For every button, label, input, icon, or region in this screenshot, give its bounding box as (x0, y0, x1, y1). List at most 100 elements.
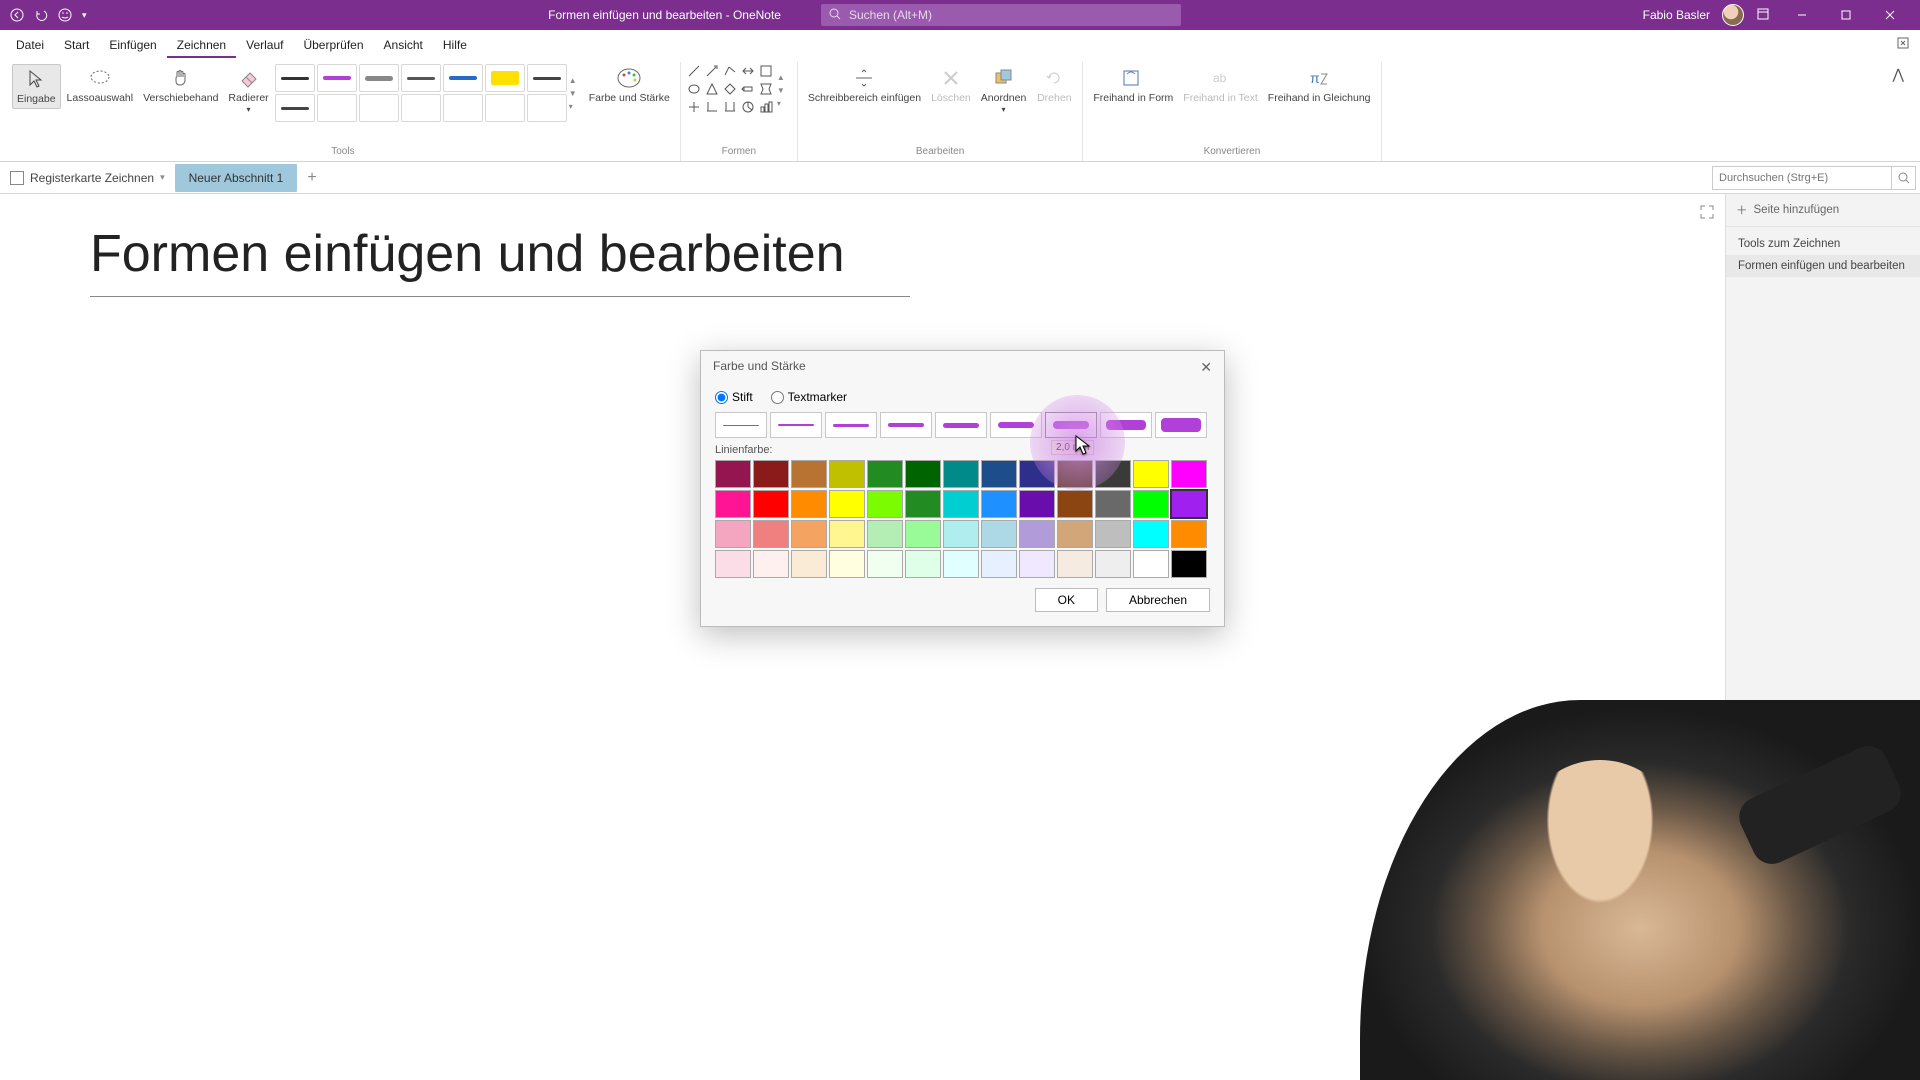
menu-ansicht[interactable]: Ansicht (374, 32, 433, 58)
color-swatch[interactable] (867, 550, 903, 578)
color-swatch[interactable] (867, 460, 903, 488)
thickness-option[interactable] (715, 412, 767, 438)
pan-button[interactable]: Verschiebehand (139, 64, 222, 107)
color-swatch[interactable] (829, 490, 865, 518)
section-tab[interactable]: Neuer Abschnitt 1 (175, 164, 298, 192)
menu-einfügen[interactable]: Einfügen (99, 32, 166, 58)
page-title[interactable]: Formen einfügen und bearbeiten (90, 224, 910, 297)
pen-preset[interactable] (443, 94, 483, 122)
color-swatch[interactable] (867, 490, 903, 518)
color-swatch[interactable] (1019, 520, 1055, 548)
color-swatch[interactable] (791, 550, 827, 578)
color-swatch[interactable] (943, 520, 979, 548)
pen-preset[interactable] (359, 94, 399, 122)
page-search-button[interactable] (1892, 166, 1916, 190)
color-swatch[interactable] (943, 490, 979, 518)
color-swatch[interactable] (1019, 550, 1055, 578)
menu-verlauf[interactable]: Verlauf (236, 32, 293, 58)
color-swatch[interactable] (981, 460, 1017, 488)
close-icon[interactable]: ✕ (1200, 359, 1212, 376)
color-swatch[interactable] (1057, 460, 1093, 488)
notebook-dropdown[interactable]: Registerkarte Zeichnen ▾ (0, 171, 175, 185)
expand-icon[interactable] (1699, 204, 1715, 225)
color-swatch[interactable] (715, 520, 751, 548)
thickness-option[interactable] (770, 412, 822, 438)
pen-preset[interactable] (527, 94, 567, 122)
color-swatch[interactable] (905, 460, 941, 488)
thickness-option[interactable] (1155, 412, 1207, 438)
emoji-icon[interactable] (58, 8, 72, 22)
color-swatch[interactable] (715, 460, 751, 488)
back-icon[interactable] (10, 8, 24, 22)
thickness-option[interactable] (825, 412, 877, 438)
color-swatch[interactable] (943, 550, 979, 578)
ok-button[interactable]: OK (1035, 588, 1098, 612)
eingabe-button[interactable]: Eingabe (12, 64, 61, 109)
color-swatch[interactable] (753, 550, 789, 578)
pen-preset[interactable] (317, 94, 357, 122)
search-input[interactable] (821, 4, 1181, 26)
ink-to-shape-button[interactable]: Freihand in Form (1089, 64, 1177, 107)
color-swatch[interactable] (943, 460, 979, 488)
color-swatch[interactable] (981, 550, 1017, 578)
shapes-gallery[interactable] (687, 64, 775, 116)
pen-preset[interactable] (275, 94, 315, 122)
color-swatch[interactable] (1133, 460, 1169, 488)
menu-überprüfen[interactable]: Überprüfen (293, 32, 373, 58)
color-swatch[interactable] (1095, 460, 1131, 488)
maximize-button[interactable] (1826, 1, 1866, 29)
add-page-button[interactable]: ＋ Seite hinzufügen (1726, 194, 1920, 227)
color-swatch[interactable] (1057, 490, 1093, 518)
add-section-button[interactable]: + (297, 169, 326, 187)
thickness-option[interactable] (990, 412, 1042, 438)
pen-preset[interactable] (443, 64, 483, 92)
color-swatch[interactable] (715, 550, 751, 578)
color-swatch[interactable] (1171, 520, 1207, 548)
shapes-more-icon[interactable]: ▾ (777, 99, 791, 108)
color-swatch[interactable] (905, 550, 941, 578)
page-search-input[interactable] (1712, 166, 1892, 190)
menu-hilfe[interactable]: Hilfe (433, 32, 477, 58)
color-swatch[interactable] (1019, 460, 1055, 488)
arrange-button[interactable]: Anordnen▾ (977, 64, 1031, 116)
gallery-up-icon[interactable]: ▲ (569, 76, 583, 85)
color-swatch[interactable] (1019, 490, 1055, 518)
color-swatch[interactable] (1171, 460, 1207, 488)
page-list-item[interactable]: Tools zum Zeichnen (1726, 233, 1920, 255)
color-swatch[interactable] (829, 550, 865, 578)
color-swatch[interactable] (867, 520, 903, 548)
pen-preset[interactable] (485, 64, 525, 92)
pen-gallery[interactable] (275, 64, 567, 122)
close-window-button[interactable] (1870, 1, 1910, 29)
shapes-down-icon[interactable]: ▼ (777, 86, 791, 95)
avatar[interactable] (1722, 4, 1744, 26)
color-swatch[interactable] (1095, 490, 1131, 518)
thickness-option[interactable] (935, 412, 987, 438)
color-swatch[interactable] (1171, 550, 1207, 578)
color-thickness-button[interactable]: Farbe und Stärke (585, 64, 674, 107)
pen-preset[interactable] (317, 64, 357, 92)
color-swatch[interactable] (1057, 550, 1093, 578)
color-swatch[interactable] (1095, 520, 1131, 548)
page-list-item[interactable]: Formen einfügen und bearbeiten (1726, 255, 1920, 277)
color-swatch[interactable] (791, 460, 827, 488)
ink-to-math-button[interactable]: πFreihand in Gleichung (1264, 64, 1375, 107)
color-swatch[interactable] (1171, 490, 1207, 518)
color-swatch[interactable] (791, 490, 827, 518)
color-swatch[interactable] (829, 460, 865, 488)
color-swatch[interactable] (829, 520, 865, 548)
ribbon-mode-icon[interactable] (1896, 36, 1910, 53)
cancel-button[interactable]: Abbrechen (1106, 588, 1210, 612)
shapes-up-icon[interactable]: ▲ (777, 73, 791, 82)
pen-preset[interactable] (401, 64, 441, 92)
gallery-more-icon[interactable]: ▾ (569, 102, 583, 111)
collapse-ribbon-icon[interactable]: ⋀ (1893, 62, 1914, 161)
ribbon-display-icon[interactable] (1756, 7, 1770, 24)
menu-zeichnen[interactable]: Zeichnen (167, 32, 236, 58)
color-swatch[interactable] (981, 490, 1017, 518)
undo-icon[interactable] (34, 8, 48, 22)
color-swatch[interactable] (1133, 490, 1169, 518)
color-swatch[interactable] (1133, 550, 1169, 578)
radio-pen[interactable]: Stift (715, 390, 753, 404)
lasso-button[interactable]: Lassoauswahl (63, 64, 138, 107)
